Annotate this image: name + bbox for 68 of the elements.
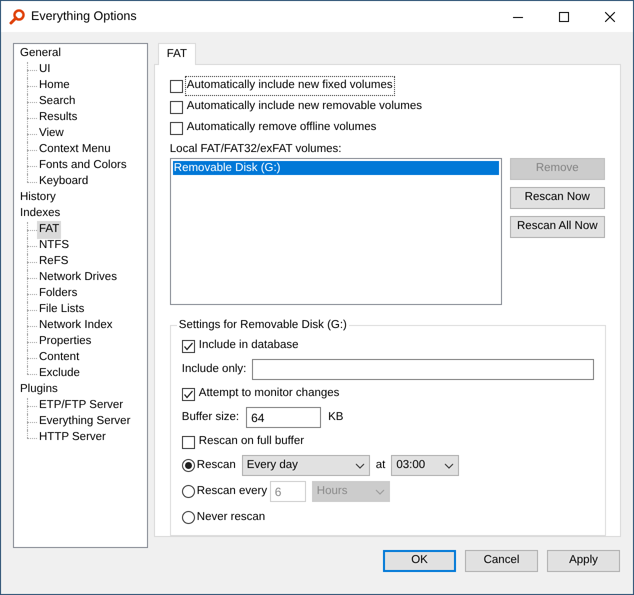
radio-button[interactable] bbox=[182, 511, 195, 524]
tree-item[interactable]: Everything Server bbox=[37, 413, 132, 431]
checkbox-label: Automatically include new removable volumes bbox=[186, 99, 424, 114]
tree-item[interactable]: HTTP Server bbox=[37, 429, 108, 447]
checkbox[interactable] bbox=[182, 436, 195, 448]
volume-action-button[interactable]: Rescan Now bbox=[510, 187, 605, 209]
chevron-down-icon bbox=[444, 462, 454, 468]
tree-item[interactable]: File Lists bbox=[37, 301, 86, 319]
window-title: Everything Options bbox=[31, 8, 137, 26]
checkbox[interactable] bbox=[182, 388, 195, 400]
maximize-icon bbox=[559, 12, 569, 22]
checkbox[interactable] bbox=[170, 122, 183, 134]
tree-item[interactable]: ReFS bbox=[37, 253, 70, 271]
tree-item[interactable]: Context Menu bbox=[37, 141, 113, 159]
radio-button[interactable] bbox=[182, 459, 195, 472]
tree-item[interactable]: History bbox=[19, 189, 57, 207]
buffer-size-label: Buffer size: bbox=[182, 410, 240, 425]
volumes-label: Local FAT/FAT32/exFAT volumes: bbox=[170, 142, 342, 157]
tree-item[interactable]: View bbox=[37, 125, 66, 143]
buffer-size-field[interactable]: 64 bbox=[246, 407, 322, 428]
radio-label: Rescan bbox=[196, 458, 236, 473]
checkmark-icon bbox=[182, 340, 194, 352]
checkmark-icon bbox=[182, 388, 194, 400]
tree-item[interactable]: Fonts and Colors bbox=[37, 157, 129, 175]
buffer-size-unit: KB bbox=[328, 410, 344, 425]
tree-item[interactable]: Folders bbox=[37, 285, 80, 303]
tree-item[interactable]: Results bbox=[37, 109, 80, 127]
checkbox-label: Attempt to monitor changes bbox=[198, 386, 340, 402]
tree-item[interactable]: Indexes bbox=[19, 205, 62, 223]
tree-item[interactable]: Properties bbox=[37, 333, 94, 351]
checkbox[interactable] bbox=[182, 340, 195, 352]
time-dropdown[interactable]: 03:00 bbox=[391, 455, 460, 476]
tree-item[interactable]: Network Drives bbox=[37, 269, 119, 287]
include-only-field[interactable] bbox=[252, 359, 594, 380]
tree-item[interactable]: Plugins bbox=[19, 381, 59, 399]
frequency-dropdown[interactable]: Every day bbox=[242, 455, 370, 476]
at-label: at bbox=[376, 458, 386, 473]
dialog-button[interactable]: Apply bbox=[547, 550, 620, 572]
close-icon bbox=[605, 12, 615, 22]
volume-action-button[interactable]: Rescan All Now bbox=[510, 216, 605, 238]
checkbox-label: Include in database bbox=[198, 338, 300, 354]
tree-item[interactable]: FAT bbox=[37, 221, 62, 239]
checkbox-label: Automatically remove offline volumes bbox=[186, 120, 378, 136]
magnifier-icon bbox=[9, 8, 25, 24]
dialog-button[interactable]: OK bbox=[383, 550, 456, 572]
checkbox-label: Automatically include new fixed volumes bbox=[186, 77, 394, 95]
tree-item[interactable]: Home bbox=[37, 77, 72, 95]
checkbox[interactable] bbox=[170, 100, 183, 114]
checkbox[interactable] bbox=[170, 80, 183, 92]
radio-label: Never rescan bbox=[196, 510, 266, 525]
chevron-down-icon bbox=[374, 488, 385, 494]
tree-item[interactable]: UI bbox=[37, 61, 52, 79]
tree-item[interactable]: NTFS bbox=[37, 237, 72, 255]
radio-label: Rescan every bbox=[196, 484, 268, 499]
tree-item[interactable]: Network Index bbox=[37, 317, 115, 335]
tree-item[interactable]: General bbox=[19, 45, 62, 63]
tree-item[interactable]: Exclude bbox=[37, 365, 82, 383]
tab[interactable]: FAT bbox=[158, 43, 196, 65]
radio-button[interactable] bbox=[182, 485, 195, 498]
tree-item[interactable]: Content bbox=[37, 349, 82, 367]
include-only-label: Include only: bbox=[182, 362, 246, 377]
dialog-button[interactable]: Cancel bbox=[465, 550, 538, 572]
tree-item[interactable]: ETP/FTP Server bbox=[37, 397, 126, 415]
volume-item[interactable]: Removable Disk (G:) bbox=[172, 161, 499, 175]
tree-item[interactable]: Keyboard bbox=[37, 173, 90, 191]
checkbox-label: Rescan on full buffer bbox=[198, 434, 306, 450]
tree-item[interactable]: Search bbox=[37, 93, 78, 111]
chevron-down-icon bbox=[354, 462, 365, 468]
